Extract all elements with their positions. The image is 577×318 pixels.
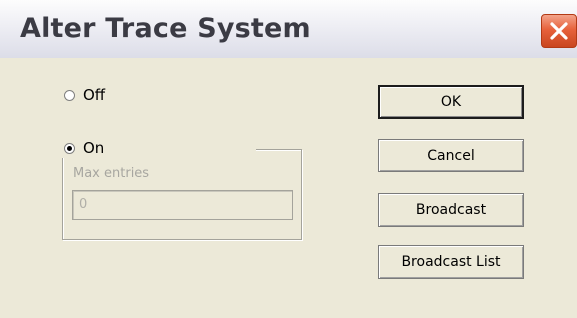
radio-off-option[interactable]: Off — [64, 86, 105, 104]
cancel-button[interactable]: Cancel — [378, 139, 524, 172]
radio-on-label: On — [83, 139, 105, 157]
ok-button[interactable]: OK — [378, 85, 524, 119]
broadcast-button[interactable]: Broadcast — [378, 193, 524, 227]
broadcast-list-button[interactable]: Broadcast List — [378, 245, 524, 279]
radio-on[interactable] — [64, 142, 75, 154]
alter-trace-system-dialog: Alter Trace System Off On Max entries 0 … — [0, 0, 577, 318]
radio-on-option[interactable]: On — [64, 139, 104, 157]
title-bar: Alter Trace System — [0, 0, 577, 58]
max-entries-input[interactable]: 0 — [72, 190, 293, 220]
max-entries-label: Max entries — [73, 166, 150, 181]
radio-off-label: Off — [83, 86, 106, 104]
close-button[interactable] — [541, 14, 577, 48]
close-x-icon — [550, 22, 568, 40]
dialog-title: Alter Trace System — [20, 13, 311, 44]
radio-off[interactable] — [64, 89, 75, 101]
